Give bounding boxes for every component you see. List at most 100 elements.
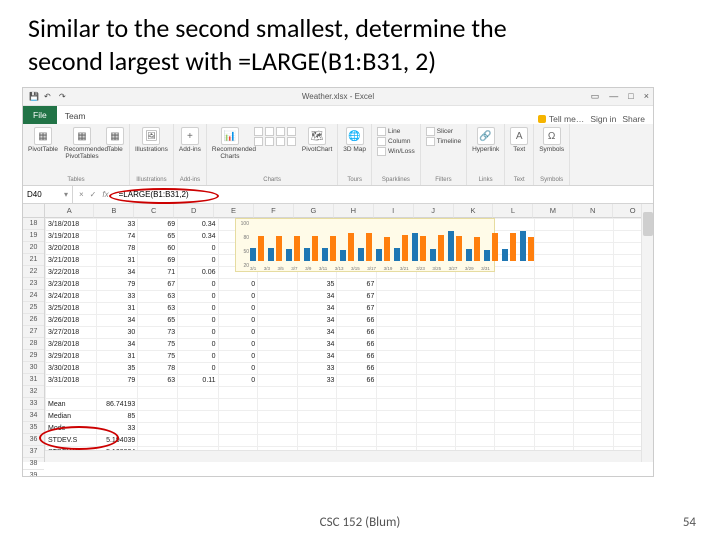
cell[interactable] (218, 411, 258, 423)
cell[interactable]: 79 (96, 375, 137, 387)
cell[interactable] (96, 387, 137, 399)
cell[interactable] (258, 339, 297, 351)
cell[interactable] (377, 435, 416, 447)
cell[interactable] (416, 315, 455, 327)
cell[interactable] (456, 291, 495, 303)
cell[interactable] (138, 435, 178, 447)
cell[interactable] (337, 423, 377, 435)
cell[interactable] (416, 327, 455, 339)
cell[interactable] (377, 303, 416, 315)
ribbon-symbols[interactable]: ΩSymbols (539, 127, 564, 154)
cell[interactable]: 73 (138, 327, 178, 339)
cell[interactable] (456, 411, 495, 423)
cell[interactable] (178, 435, 218, 447)
share-button[interactable]: Share (622, 114, 645, 124)
cell[interactable]: 65 (138, 231, 178, 243)
cell[interactable] (534, 423, 573, 435)
cell[interactable]: 0 (218, 351, 258, 363)
cell[interactable] (534, 291, 573, 303)
row-header[interactable]: 33 (23, 398, 44, 410)
cell[interactable]: Median (46, 411, 97, 423)
cell[interactable] (377, 339, 416, 351)
cell[interactable] (258, 387, 297, 399)
cell[interactable] (218, 423, 258, 435)
row-header[interactable]: 35 (23, 422, 44, 434)
cell[interactable] (258, 327, 297, 339)
row-header[interactable]: 22 (23, 266, 44, 278)
cell[interactable]: 34 (297, 315, 337, 327)
cell[interactable]: 86.74193 (96, 399, 137, 411)
cell[interactable] (456, 327, 495, 339)
ribbon-recommended-pivottables[interactable]: ▦Recommended PivotTables (64, 127, 100, 161)
col-header-F[interactable]: F (254, 204, 294, 218)
cell[interactable] (456, 423, 495, 435)
cell[interactable] (258, 291, 297, 303)
cell[interactable]: 69 (138, 219, 178, 231)
ribbon-pivotchart[interactable]: 🗺PivotChart (302, 127, 332, 154)
undo-icon[interactable]: ↶ (44, 92, 54, 102)
cell[interactable]: 0 (218, 291, 258, 303)
maximize-button[interactable]: □ (628, 91, 633, 102)
chart-type-icon[interactable] (287, 127, 296, 136)
cell[interactable]: 3/31/2018 (46, 375, 97, 387)
cell[interactable]: 0.34 (178, 231, 218, 243)
cell[interactable] (534, 375, 573, 387)
cell[interactable]: 33 (297, 375, 337, 387)
cell[interactable]: 0 (178, 291, 218, 303)
row-header[interactable]: 34 (23, 410, 44, 422)
cell[interactable] (574, 267, 613, 279)
cell[interactable]: 71 (138, 267, 178, 279)
cell[interactable] (534, 219, 573, 231)
cell[interactable]: 3/28/2018 (46, 339, 97, 351)
cell[interactable]: 31 (96, 255, 137, 267)
cell[interactable] (456, 339, 495, 351)
cell[interactable] (534, 435, 573, 447)
close-button[interactable]: × (644, 91, 649, 102)
cell[interactable] (574, 375, 613, 387)
cell[interactable]: 0.06 (178, 267, 218, 279)
cell[interactable]: 3/19/2018 (46, 231, 97, 243)
col-header-M[interactable]: M (533, 204, 573, 218)
cell[interactable] (574, 315, 613, 327)
cell[interactable]: 69 (138, 255, 178, 267)
cell[interactable]: 67 (337, 279, 377, 291)
cell[interactable] (534, 267, 573, 279)
cell[interactable] (534, 231, 573, 243)
cell[interactable] (495, 291, 534, 303)
cell[interactable] (218, 435, 258, 447)
cell[interactable]: 0 (178, 339, 218, 351)
ribbon-pivottable[interactable]: ▦PivotTable (28, 127, 58, 154)
row-header[interactable]: 37 (23, 446, 44, 458)
ribbon-options-icon[interactable]: ▭ (591, 91, 600, 102)
row-header[interactable]: 38 (23, 458, 44, 470)
cell[interactable] (495, 351, 534, 363)
col-header-I[interactable]: I (374, 204, 414, 218)
cell[interactable]: 34 (297, 327, 337, 339)
cell[interactable] (574, 279, 613, 291)
cell[interactable] (534, 363, 573, 375)
cell[interactable] (297, 411, 337, 423)
fx-icon[interactable]: fx (102, 190, 108, 199)
cell[interactable] (534, 399, 573, 411)
cell[interactable] (416, 339, 455, 351)
cell[interactable] (416, 375, 455, 387)
cell[interactable]: 0 (218, 315, 258, 327)
cell[interactable]: 67 (337, 291, 377, 303)
cell[interactable] (337, 435, 377, 447)
cell[interactable]: 0 (178, 279, 218, 291)
chart-type-icon[interactable] (276, 137, 285, 146)
cell[interactable]: 31 (96, 351, 137, 363)
cell[interactable]: 34 (297, 291, 337, 303)
cell[interactable]: 79 (96, 279, 137, 291)
ribbon-line[interactable]: Line (377, 127, 400, 136)
quick-access-toolbar[interactable]: 💾 ↶ ↷ (23, 92, 69, 102)
cell[interactable]: 66 (337, 339, 377, 351)
cell[interactable] (377, 375, 416, 387)
row-header[interactable]: 26 (23, 314, 44, 326)
cell[interactable]: 0 (218, 339, 258, 351)
cell[interactable] (574, 255, 613, 267)
cell[interactable] (495, 411, 534, 423)
row-header[interactable]: 32 (23, 386, 44, 398)
cell[interactable]: 0 (178, 303, 218, 315)
cell[interactable] (495, 315, 534, 327)
